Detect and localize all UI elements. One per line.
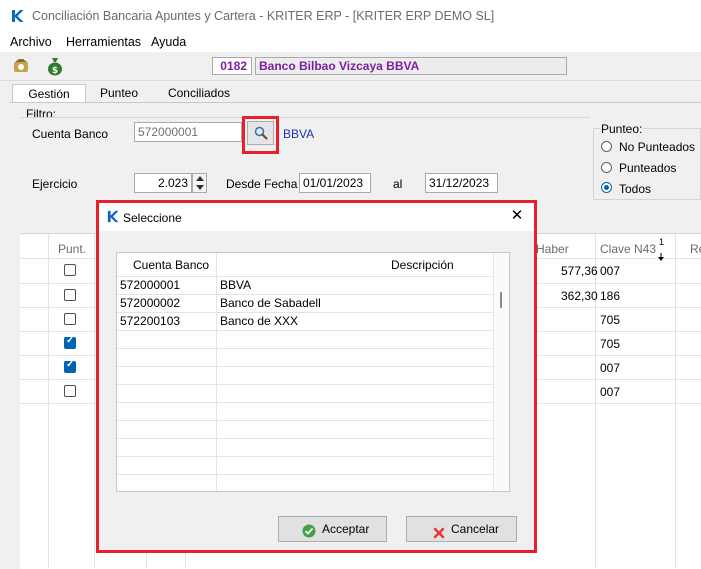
accounts-row-divider bbox=[117, 402, 493, 403]
check-circle-icon bbox=[302, 522, 316, 538]
row-checkbox-checked[interactable] bbox=[64, 359, 76, 373]
dialog-logo-icon bbox=[106, 210, 119, 223]
row-checkbox-checked[interactable] bbox=[64, 335, 76, 349]
accounts-scrollbar-thumb[interactable] bbox=[500, 292, 502, 308]
punteo-label: Punteo: bbox=[600, 122, 644, 136]
radio-no-punteados-label[interactable]: No Punteados bbox=[619, 140, 695, 154]
grid-col-divider bbox=[675, 234, 676, 568]
grid-col-divider bbox=[94, 234, 95, 568]
account-row-cuenta[interactable]: 572200103 bbox=[120, 314, 180, 328]
row-clave: 705 bbox=[600, 337, 621, 351]
accounts-row-divider bbox=[117, 312, 493, 313]
account-row-cuenta[interactable]: 572000002 bbox=[120, 296, 180, 310]
menu-ayuda[interactable]: Ayuda bbox=[151, 35, 186, 49]
grid-col-divider bbox=[595, 234, 596, 568]
row-clave: 007 bbox=[600, 264, 621, 278]
search-button[interactable] bbox=[247, 121, 274, 145]
row-clave: 186 bbox=[600, 289, 621, 303]
accounts-row-divider bbox=[117, 474, 493, 475]
tab-punteo[interactable]: Punteo bbox=[88, 84, 150, 103]
desde-fecha-label: Desde Fecha bbox=[226, 177, 298, 191]
grid-col-divider bbox=[48, 234, 49, 568]
window-title: Conciliación Bancaria Apuntes y Cartera … bbox=[32, 9, 495, 23]
row-clave: 705 bbox=[600, 313, 621, 327]
accounts-header-descripcion[interactable]: Descripción bbox=[391, 258, 454, 272]
grid-header-re[interactable]: Re bbox=[690, 242, 701, 256]
cuenta-banco-input[interactable]: 572000001 bbox=[134, 122, 242, 142]
accounts-row-divider bbox=[117, 330, 493, 331]
accounts-row-divider bbox=[117, 456, 493, 457]
grid-col-divider bbox=[185, 553, 186, 568]
accounts-row-divider bbox=[117, 294, 493, 295]
al-label: al bbox=[393, 177, 403, 191]
row-checkbox[interactable] bbox=[64, 313, 76, 325]
accounts-row-divider bbox=[117, 348, 493, 349]
ejercicio-spinner[interactable] bbox=[192, 173, 207, 193]
grid-header-punt[interactable]: Punt. bbox=[58, 242, 86, 256]
accounts-row-divider bbox=[117, 384, 493, 385]
tab-conciliados[interactable]: Conciliados bbox=[160, 84, 238, 103]
bank-name-field: Banco Bilbao Vizcaya BBVA bbox=[255, 57, 567, 75]
radio-punteados[interactable] bbox=[601, 162, 612, 173]
cuenta-banco-label: Cuenta Banco bbox=[32, 127, 109, 141]
radio-todos[interactable] bbox=[601, 182, 612, 193]
filter-divider bbox=[20, 117, 590, 118]
radio-no-punteados[interactable] bbox=[601, 141, 612, 152]
menu-archivo[interactable]: Archivo bbox=[10, 35, 52, 49]
tab-gestion[interactable]: Gestión bbox=[12, 84, 86, 104]
svg-text:$: $ bbox=[52, 66, 58, 76]
dialog-close-icon[interactable]: ✕ bbox=[509, 208, 525, 224]
row-clave: 007 bbox=[600, 361, 621, 375]
bank-code-field: 0182 bbox=[212, 57, 252, 75]
hasta-fecha-input[interactable]: 31/12/2023 bbox=[425, 173, 498, 193]
grid-header-clave-n43[interactable]: Clave N43 bbox=[600, 242, 656, 256]
app-logo-icon bbox=[10, 9, 24, 23]
ejercicio-input[interactable]: 2.023 bbox=[134, 173, 192, 193]
cancel-button-label: Cancelar bbox=[451, 522, 500, 536]
account-row-descripcion[interactable]: Banco de Sabadell bbox=[220, 296, 321, 310]
radio-todos-label[interactable]: Todos bbox=[619, 182, 651, 196]
account-row-cuenta[interactable]: 572000001 bbox=[120, 278, 180, 292]
title-bar: Conciliación Bancaria Apuntes y Cartera … bbox=[0, 0, 701, 32]
row-checkbox[interactable] bbox=[64, 264, 76, 276]
refresh-icon[interactable] bbox=[12, 58, 30, 74]
accounts-header-cuenta[interactable]: Cuenta Banco bbox=[133, 258, 209, 272]
menu-herramientas[interactable]: Herramientas bbox=[66, 35, 141, 49]
money-bag-icon[interactable]: $ bbox=[46, 56, 64, 76]
search-icon bbox=[254, 126, 268, 140]
spinner-down-icon[interactable] bbox=[196, 185, 204, 190]
account-row-descripcion[interactable]: BBVA bbox=[220, 278, 251, 292]
accounts-row-divider bbox=[117, 366, 493, 367]
row-clave: 007 bbox=[600, 385, 621, 399]
row-checkbox[interactable] bbox=[64, 289, 76, 301]
account-row-descripcion[interactable]: Banco de XXX bbox=[220, 314, 298, 328]
radio-punteados-label[interactable]: Punteados bbox=[619, 161, 676, 175]
grid-header-haber[interactable]: Haber bbox=[536, 242, 569, 256]
cancel-x-icon bbox=[433, 523, 445, 539]
row-checkbox[interactable] bbox=[64, 385, 76, 397]
cancel-button[interactable]: Cancelar bbox=[406, 516, 517, 542]
desde-fecha-input[interactable]: 01/01/2023 bbox=[299, 173, 371, 193]
sort-order-indicator: 1 bbox=[659, 237, 665, 247]
accounts-row-divider bbox=[117, 420, 493, 421]
dialog-title: Seleccione bbox=[123, 211, 182, 225]
accept-button-label: Acceptar bbox=[322, 522, 370, 536]
sort-down-icon bbox=[657, 250, 665, 264]
accept-button[interactable]: Acceptar bbox=[278, 516, 387, 542]
row-haber: 577,36 bbox=[561, 264, 598, 278]
filter-group-label: Filtro: bbox=[26, 107, 56, 121]
grid-col-divider bbox=[146, 553, 147, 568]
row-haber: 362,30 bbox=[561, 289, 598, 303]
ejercicio-label: Ejercicio bbox=[32, 177, 78, 191]
spinner-up-icon[interactable] bbox=[196, 176, 204, 181]
accounts-row-divider bbox=[117, 438, 493, 439]
cuenta-banco-description: BBVA bbox=[283, 127, 315, 141]
accounts-scrollbar[interactable] bbox=[494, 253, 509, 491]
